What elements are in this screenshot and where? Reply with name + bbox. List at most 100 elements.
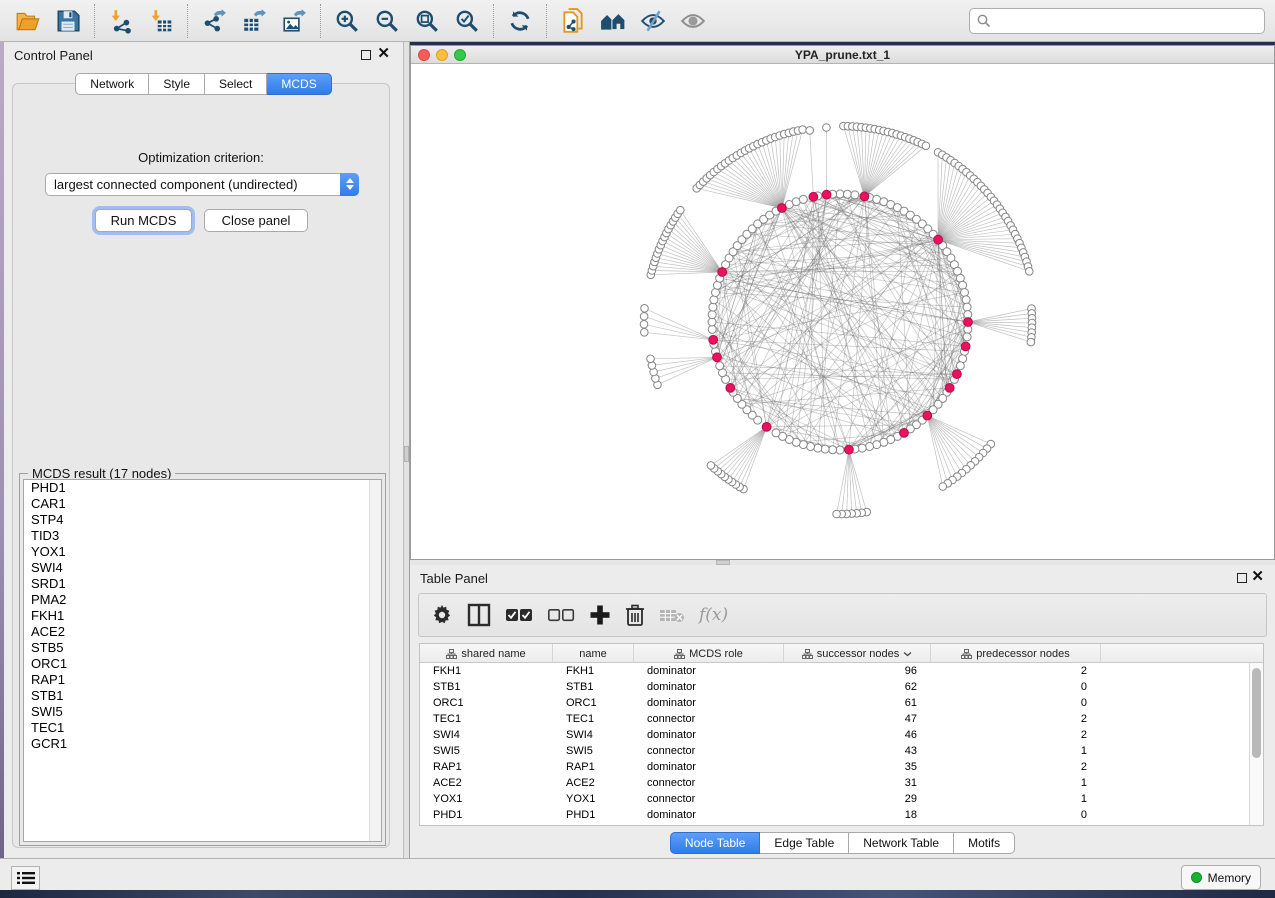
mcds-node-item[interactable]: YOX1 <box>24 544 381 560</box>
run-mcds-button[interactable]: Run MCDS <box>95 209 192 232</box>
tab-network-table[interactable]: Network Table <box>849 832 954 854</box>
table-row[interactable]: TEC1TEC1connector472 <box>420 711 1263 727</box>
table-row[interactable]: FKH1FKH1dominator962 <box>420 663 1263 679</box>
zoom-in-icon[interactable] <box>330 5 364 37</box>
memory-button[interactable]: Memory <box>1181 865 1261 890</box>
mcds-panel: Optimization criterion: largest connecte… <box>12 83 390 848</box>
table-row[interactable]: RAP1RAP1dominator352 <box>420 759 1263 775</box>
new-network-from-selection-icon[interactable] <box>556 5 590 37</box>
column-header-filler <box>1101 644 1263 663</box>
mcds-node-item[interactable]: SWI5 <box>24 704 381 720</box>
apply-function-icon[interactable]: f(x) <box>699 600 728 630</box>
table-scrollbar[interactable] <box>1249 663 1263 825</box>
table-row[interactable]: ACE2ACE2connector311 <box>420 775 1263 791</box>
mcds-node-item[interactable]: STB5 <box>24 640 381 656</box>
tab-mcds[interactable]: MCDS <box>267 73 331 95</box>
mcds-node-item[interactable]: ACE2 <box>24 624 381 640</box>
column-header-name[interactable]: name <box>553 644 634 663</box>
search-box[interactable] <box>969 8 1265 34</box>
split-view-icon[interactable] <box>467 600 491 630</box>
task-history-button[interactable] <box>11 866 40 890</box>
table-row[interactable]: YOX1YOX1connector291 <box>420 791 1263 807</box>
optimization-criterion-label: Optimization criterion: <box>13 150 389 165</box>
mcds-node-item[interactable]: TEC1 <box>24 720 381 736</box>
tab-node-table[interactable]: Node Table <box>670 832 761 854</box>
mcds-node-item[interactable]: RAP1 <box>24 672 381 688</box>
float-panel-icon[interactable] <box>1237 573 1247 583</box>
search-input[interactable] <box>992 11 1264 31</box>
mcds-node-item[interactable]: GCR1 <box>24 736 381 752</box>
criterion-select[interactable]: largest connected component (undirected) <box>45 173 359 196</box>
cell-successor-nodes: 96 <box>784 663 931 679</box>
export-network-icon[interactable] <box>197 5 231 37</box>
close-panel-button[interactable]: Close panel <box>204 209 308 232</box>
network-graph[interactable] <box>411 64 1274 559</box>
cell-predecessor-nodes: 0 <box>931 807 1101 823</box>
close-panel-icon[interactable]: ✕ <box>377 46 390 62</box>
add-column-icon[interactable] <box>589 600 611 630</box>
hide-selected-icon[interactable] <box>636 5 670 37</box>
close-panel-icon[interactable]: ✕ <box>1251 569 1264 585</box>
mcds-list-scrollbar[interactable] <box>369 480 381 841</box>
table-row[interactable]: STB1STB1dominator620 <box>420 679 1263 695</box>
mcds-node-item[interactable]: PHD1 <box>24 480 381 496</box>
table-row[interactable]: PHD1PHD1dominator180 <box>420 807 1263 823</box>
network-window-titlebar[interactable]: YPA_prune.txt_1 <box>411 46 1274 64</box>
cell-name: TEC1 <box>553 711 634 727</box>
deselect-all-icon[interactable] <box>547 600 575 630</box>
float-panel-icon[interactable] <box>361 50 371 60</box>
zoom-selected-icon[interactable] <box>450 5 484 37</box>
cell-successor-nodes: 35 <box>784 759 931 775</box>
tab-edge-table[interactable]: Edge Table <box>760 832 849 854</box>
control-panel: Control Panel ✕ NetworkStyleSelectMCDS O… <box>4 42 404 858</box>
mcds-node-item[interactable]: ORC1 <box>24 656 381 672</box>
scrollbar-thumb[interactable] <box>1252 668 1261 758</box>
show-all-icon[interactable] <box>676 5 710 37</box>
mcds-node-item[interactable]: PMA2 <box>24 592 381 608</box>
tab-select[interactable]: Select <box>205 73 267 95</box>
mcds-node-item[interactable]: SRD1 <box>24 576 381 592</box>
import-table-icon[interactable] <box>144 5 178 37</box>
export-image-icon[interactable] <box>277 5 311 37</box>
refresh-icon[interactable] <box>503 5 537 37</box>
export-table-icon[interactable] <box>237 5 271 37</box>
open-file-icon[interactable] <box>11 5 45 37</box>
delete-table-icon[interactable] <box>659 600 685 630</box>
first-neighbors-icon[interactable] <box>596 5 630 37</box>
control-panel-title: Control Panel <box>14 48 93 63</box>
mcds-node-item[interactable]: SWI4 <box>24 560 381 576</box>
splitter-handle[interactable] <box>404 446 409 462</box>
zoom-out-icon[interactable] <box>370 5 404 37</box>
save-session-icon[interactable] <box>51 5 85 37</box>
table-settings-icon[interactable] <box>431 600 453 630</box>
mcds-node-item[interactable]: CAR1 <box>24 496 381 512</box>
mcds-result-group: MCDS result (17 nodes) PHD1CAR1STP4TID3Y… <box>19 473 386 846</box>
cell-predecessor-nodes: 1 <box>931 743 1101 759</box>
tab-style[interactable]: Style <box>149 73 205 95</box>
control-panel-tabs: NetworkStyleSelectMCDS <box>4 73 403 95</box>
table-row[interactable]: SWI4SWI4dominator462 <box>420 727 1263 743</box>
mcds-node-item[interactable]: STP4 <box>24 512 381 528</box>
column-header-MCDS-role[interactable]: MCDS role <box>634 644 784 663</box>
column-header-shared-name[interactable]: shared name <box>420 644 553 663</box>
table-row[interactable]: SWI5SWI5connector431 <box>420 743 1263 759</box>
cell-successor-nodes: 43 <box>784 743 931 759</box>
column-namespace-icon <box>674 649 685 659</box>
cell-shared-name: ACE2 <box>420 775 553 791</box>
import-network-icon[interactable] <box>104 5 138 37</box>
table-row[interactable]: ORC1ORC1dominator610 <box>420 695 1263 711</box>
mcds-node-item[interactable]: FKH1 <box>24 608 381 624</box>
cell-MCDS-role: dominator <box>634 695 784 711</box>
zoom-fit-icon[interactable] <box>410 5 444 37</box>
cell-successor-nodes: 62 <box>784 679 931 695</box>
mcds-node-item[interactable]: TID3 <box>24 528 381 544</box>
delete-columns-icon[interactable] <box>625 600 645 630</box>
tab-motifs[interactable]: Motifs <box>954 832 1015 854</box>
network-canvas[interactable] <box>411 64 1274 559</box>
tab-network[interactable]: Network <box>75 73 149 95</box>
toolbar-separator <box>320 4 321 38</box>
select-all-icon[interactable] <box>505 600 533 630</box>
column-header-successor-nodes[interactable]: successor nodes <box>784 644 931 663</box>
mcds-node-item[interactable]: STB1 <box>24 688 381 704</box>
column-header-predecessor-nodes[interactable]: predecessor nodes <box>931 644 1101 663</box>
